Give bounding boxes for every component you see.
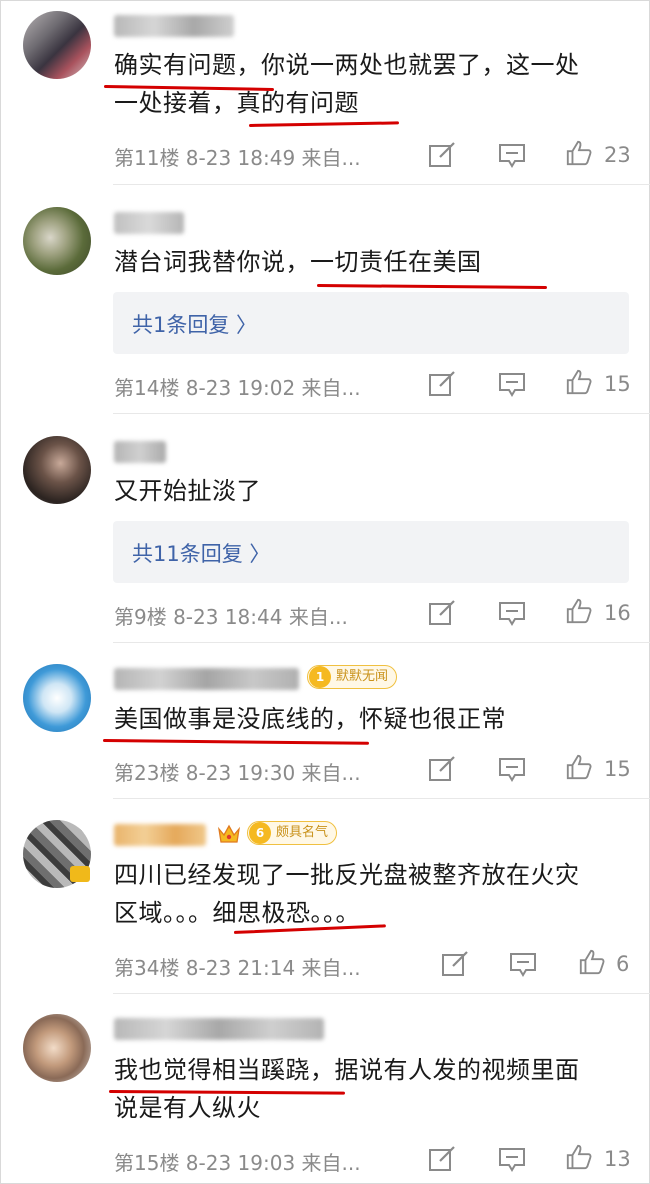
comment-text: 美国做事是没底线的，怀疑也很正常 <box>114 705 506 733</box>
edit-icon[interactable] <box>428 755 458 783</box>
comment-icon[interactable] <box>497 141 527 169</box>
avatar[interactable] <box>23 1014 91 1082</box>
comment-text: 又开始扯淡了 <box>114 477 261 505</box>
level-badge: 6 颇具名气 <box>247 821 338 845</box>
like-count: 23 <box>604 143 631 167</box>
comment-text: 四川已经发现了一批反光盘被整齐放在火灾 区域。。。细思极恐。。。 <box>114 861 580 927</box>
like-count: 15 <box>604 757 631 781</box>
avatar[interactable] <box>23 207 91 275</box>
username[interactable] <box>114 668 299 690</box>
avatar[interactable] <box>23 664 91 732</box>
edit-icon[interactable] <box>428 1145 458 1173</box>
thumbs-up-icon[interactable] <box>564 597 594 625</box>
username[interactable] <box>114 824 206 846</box>
like-count: 15 <box>604 372 631 396</box>
comment-meta: 第14楼 8-23 19:02 来自... <box>114 376 361 400</box>
comment-text: 潜台词我替你说，一切责任在美国 <box>114 248 482 276</box>
divider <box>113 413 650 414</box>
view-replies-link[interactable]: 共1条回复 〉 <box>132 309 257 339</box>
comment-icon[interactable] <box>508 950 538 978</box>
username[interactable] <box>114 441 166 463</box>
crown-icon <box>218 824 240 843</box>
edit-icon[interactable] <box>428 141 458 169</box>
comment-meta: 第11楼 8-23 18:49 来自... <box>114 146 361 170</box>
thumbs-up-icon[interactable] <box>577 948 607 976</box>
username[interactable] <box>114 1018 324 1040</box>
thumbs-up-icon[interactable] <box>564 1143 594 1171</box>
edit-icon[interactable] <box>428 370 458 398</box>
thumbs-up-icon[interactable] <box>564 139 594 167</box>
comment-meta: 第15楼 8-23 19:03 来自... <box>114 1151 361 1175</box>
username[interactable] <box>114 212 184 234</box>
comment-meta: 第34楼 8-23 21:14 来自... <box>114 956 361 980</box>
comment-list: 确实有问题，你说一两处也就罢了，这一处 一处接着，真的有问题 第11楼 8-23… <box>0 0 650 1184</box>
replies-box[interactable]: 共1条回复 〉 <box>113 292 629 354</box>
highlight-underline <box>102 739 370 745</box>
edit-icon[interactable] <box>428 599 458 627</box>
comment-meta: 第23楼 8-23 19:30 来自... <box>114 761 361 785</box>
highlight-underline <box>316 284 548 290</box>
like-count: 6 <box>616 952 630 976</box>
username[interactable] <box>114 15 234 37</box>
comment-icon[interactable] <box>497 370 527 398</box>
comment-icon[interactable] <box>497 599 527 627</box>
avatar[interactable] <box>23 11 91 79</box>
edit-icon[interactable] <box>441 950 471 978</box>
like-count: 16 <box>604 601 631 625</box>
divider <box>113 184 650 185</box>
comment-icon[interactable] <box>497 755 527 783</box>
comment-text: 确实有问题，你说一两处也就罢了，这一处 一处接着，真的有问题 <box>114 51 580 117</box>
thumbs-up-icon[interactable] <box>564 368 594 396</box>
replies-box[interactable]: 共11条回复 〉 <box>113 521 629 583</box>
view-replies-link[interactable]: 共11条回复 〉 <box>132 538 270 568</box>
vip-icon <box>70 866 90 882</box>
divider <box>113 642 650 643</box>
highlight-underline <box>248 121 400 127</box>
avatar[interactable] <box>23 436 91 504</box>
thumbs-up-icon[interactable] <box>564 753 594 781</box>
level-badge: 1 默默无闻 <box>307 665 398 689</box>
divider <box>113 798 650 799</box>
comment-meta: 第9楼 8-23 18:44 来自... <box>114 605 348 629</box>
comment-text: 我也觉得相当蹊跷，据说有人发的视频里面 说是有人纵火 <box>114 1056 580 1122</box>
like-count: 13 <box>604 1147 631 1171</box>
comment-icon[interactable] <box>497 1145 527 1173</box>
divider <box>113 993 650 994</box>
